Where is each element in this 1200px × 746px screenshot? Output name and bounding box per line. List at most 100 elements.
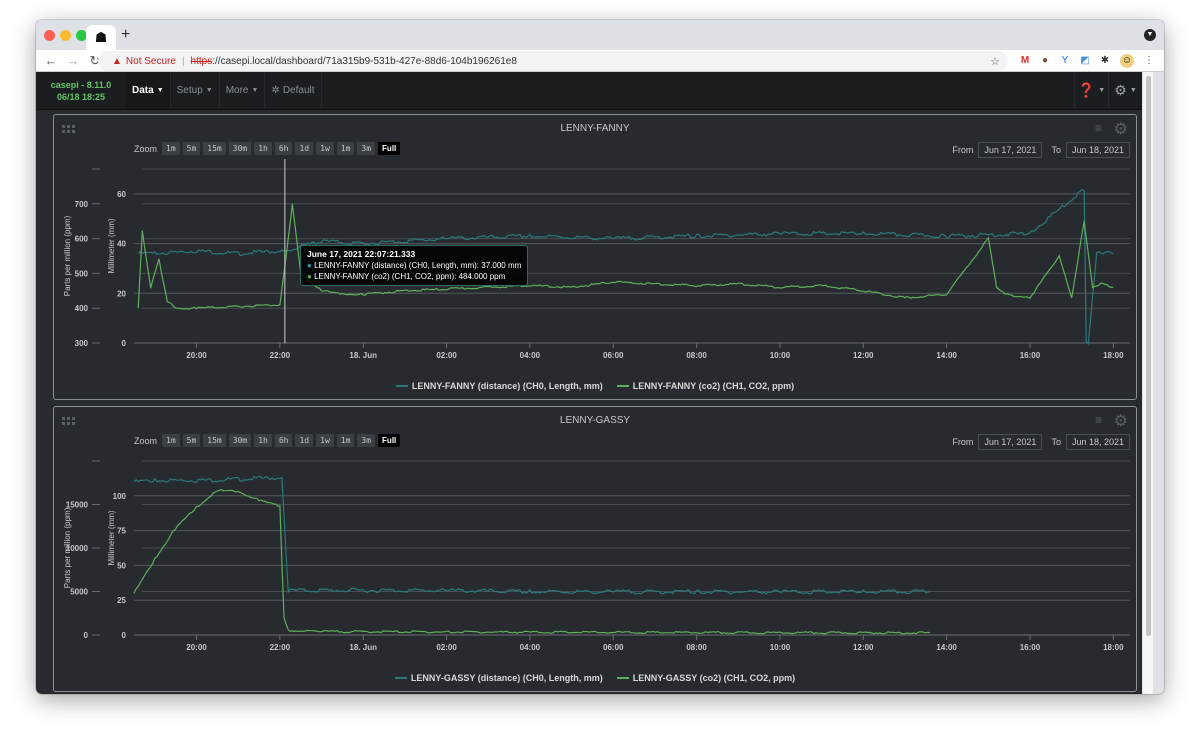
brand-datetime: 06/18 18:25	[56, 91, 106, 102]
zoom-label: Zoom	[134, 143, 158, 154]
y-axis-title-mm: Millimeter (mm)	[107, 510, 116, 565]
zoom-1d-button[interactable]: 1d	[295, 434, 314, 447]
new-tab-button[interactable]: +	[121, 26, 130, 44]
legend-item-co2[interactable]: LENNY-GASSY (co2) (CH1, CO2, ppm)	[616, 673, 796, 683]
zoom-full-button[interactable]: Full	[378, 142, 401, 155]
zoom-1m-button[interactable]: 1m	[162, 434, 180, 447]
gear-icon[interactable]: ⚙	[1114, 119, 1128, 139]
date-range: From Jun 17, 2021 To Jun 18, 2021	[952, 142, 1130, 158]
forward-icon[interactable]: →	[62, 53, 84, 68]
gear-icon[interactable]: ⚙	[1114, 411, 1128, 431]
back-icon[interactable]: ←	[40, 53, 62, 68]
widget-lenny-fanny: LENNY-FANNY ≡ ⚙ Zoom 1m 5m 15m 30m 1h 6h…	[53, 114, 1137, 400]
zoom-15m-button[interactable]: 15m	[203, 142, 226, 155]
series-line-co2	[133, 489, 931, 635]
to-label: To	[1051, 437, 1061, 447]
skull-icon: ☗	[94, 29, 108, 45]
zoom-1d-button[interactable]: 1d	[295, 142, 314, 155]
zoom-1w-button[interactable]: 1w	[316, 434, 334, 447]
zoom-1w-button[interactable]: 1w	[316, 142, 334, 155]
legend-label: LENNY-FANNY (co2) (CH1, CO2, ppm)	[632, 381, 795, 391]
address-separator: |	[181, 55, 185, 67]
gear-icon: ✲	[271, 85, 280, 96]
zoom-30m-button[interactable]: 30m	[228, 434, 252, 447]
zoom-3month-button[interactable]: 3m	[357, 434, 376, 447]
nav-dashboard-default[interactable]: ✲ Default	[265, 72, 322, 109]
bookmark-star-icon[interactable]: ☆	[990, 55, 1000, 68]
vpn-extension-icon[interactable]: Y	[1058, 54, 1072, 68]
x-tick-label: 06:00	[603, 643, 624, 652]
address-bar[interactable]: ▲ Not Secure | https ://casepi.local/das…	[98, 51, 1008, 71]
menu-icon[interactable]: ≡	[1095, 413, 1102, 427]
x-tick-label: 18:00	[1103, 643, 1124, 652]
y-tick-label-mm: 100	[113, 492, 127, 501]
nav-data-label: Data	[132, 85, 154, 96]
browser-menu-icon[interactable]: ⋮	[1142, 54, 1156, 68]
settings-menu[interactable]: ⚙ ▼	[1108, 72, 1142, 109]
zoom-full-button[interactable]: Full	[378, 434, 401, 447]
legend-item-co2[interactable]: LENNY-FANNY (co2) (CH1, CO2, ppm)	[616, 381, 795, 391]
y-tick-label-mm: 0	[122, 339, 127, 348]
x-tick-label: 02:00	[436, 351, 457, 360]
x-tick-label: 12:00	[853, 351, 874, 360]
zoom-5m-button[interactable]: 5m	[182, 142, 201, 155]
y-tick-label-ppm: 600	[75, 235, 89, 244]
legend-item-distance[interactable]: LENNY-GASSY (distance) (CH0, Length, mm)	[394, 673, 603, 683]
zoom-1h-button[interactable]: 1h	[254, 434, 272, 447]
profile-avatar[interactable]: ☺	[1120, 54, 1134, 68]
brand[interactable]: casepi - 8.11.0 06/18 18:25	[36, 72, 126, 109]
nav-setup-menu[interactable]: Setup ▼	[171, 72, 220, 109]
security-label: Not Secure	[125, 55, 176, 67]
chart-lenny-fanny[interactable]: 300 400 500 600 700 0 20 40 60 Parts per million …	[54, 159, 1138, 399]
nav-more-label: More	[225, 85, 249, 96]
caret-down-icon: ▼	[1098, 87, 1106, 94]
gmail-extension-icon[interactable]: M	[1018, 54, 1032, 68]
password-extension-icon[interactable]: ◩	[1078, 54, 1092, 68]
help-menu[interactable]: ❓ ▼	[1074, 72, 1108, 109]
tab-bar: ☗ + ▼	[36, 20, 1164, 50]
extensions-puzzle-icon[interactable]: ✱	[1098, 54, 1112, 68]
scrollbar-thumb[interactable]	[1146, 76, 1151, 636]
zoom-1month-button[interactable]: 1m	[336, 142, 355, 155]
zoom-1h-button[interactable]: 1h	[254, 142, 272, 155]
to-date-input[interactable]: Jun 18, 2021	[1065, 434, 1130, 450]
page-scrollbar[interactable]	[1142, 72, 1153, 694]
cookie-extension-icon[interactable]: ●	[1038, 54, 1052, 68]
zoom-6h-button[interactable]: 6h	[274, 142, 293, 155]
zoom-1m-button[interactable]: 1m	[162, 142, 180, 155]
x-tick-label: 16:00	[1020, 351, 1041, 360]
y-tick-label-ppm: 500	[75, 269, 89, 278]
chart-legend: LENNY-GASSY (distance) (CH0, Length, mm)…	[54, 673, 1136, 683]
from-date-input[interactable]: Jun 17, 2021	[978, 142, 1043, 158]
y-tick-label-mm: 40	[117, 240, 126, 249]
nav-data-menu[interactable]: Data ▼	[126, 72, 171, 109]
y-tick-label-mm: 50	[117, 561, 126, 570]
zoom-3month-button[interactable]: 3m	[357, 142, 376, 155]
legend-item-distance[interactable]: LENNY-FANNY (distance) (CH0, Length, mm)	[395, 381, 603, 391]
x-tick-label: 18. Jun	[349, 643, 377, 652]
zoom-5m-button[interactable]: 5m	[182, 434, 201, 447]
x-tick-label: 20:00	[186, 643, 207, 652]
zoom-6h-button[interactable]: 6h	[274, 434, 293, 447]
warning-icon: ▲	[112, 55, 122, 67]
legend-label: LENNY-GASSY (co2) (CH1, CO2, ppm)	[632, 673, 796, 683]
tab-search-icon[interactable]: ▼	[1144, 29, 1156, 41]
tooltip-time: June 17, 2021 22:07:21.333	[307, 249, 416, 259]
zoom-1month-button[interactable]: 1m	[336, 434, 355, 447]
menu-icon[interactable]: ≡	[1095, 121, 1102, 135]
from-date-input[interactable]: Jun 17, 2021	[978, 434, 1043, 450]
y-axis-title-mm: Millimeter (mm)	[107, 218, 116, 273]
zoom-15m-button[interactable]: 15m	[203, 434, 226, 447]
nav-more-menu[interactable]: More ▼	[220, 72, 266, 109]
minimize-window-button[interactable]	[60, 30, 71, 41]
x-tick-label: 04:00	[520, 351, 541, 360]
widget-title: LENNY-FANNY	[560, 123, 630, 134]
y-tick-label-mm: 60	[117, 190, 126, 199]
x-tick-label: 18. Jun	[349, 351, 377, 360]
browser-tab[interactable]: ☗	[86, 25, 116, 50]
zoom-30m-button[interactable]: 30m	[228, 142, 252, 155]
caret-down-icon: ▼	[251, 87, 259, 94]
to-date-input[interactable]: Jun 18, 2021	[1065, 142, 1130, 158]
close-window-button[interactable]	[44, 30, 55, 41]
chart-lenny-gassy[interactable]: 0500010000150000255075100Parts per milli…	[54, 451, 1138, 691]
